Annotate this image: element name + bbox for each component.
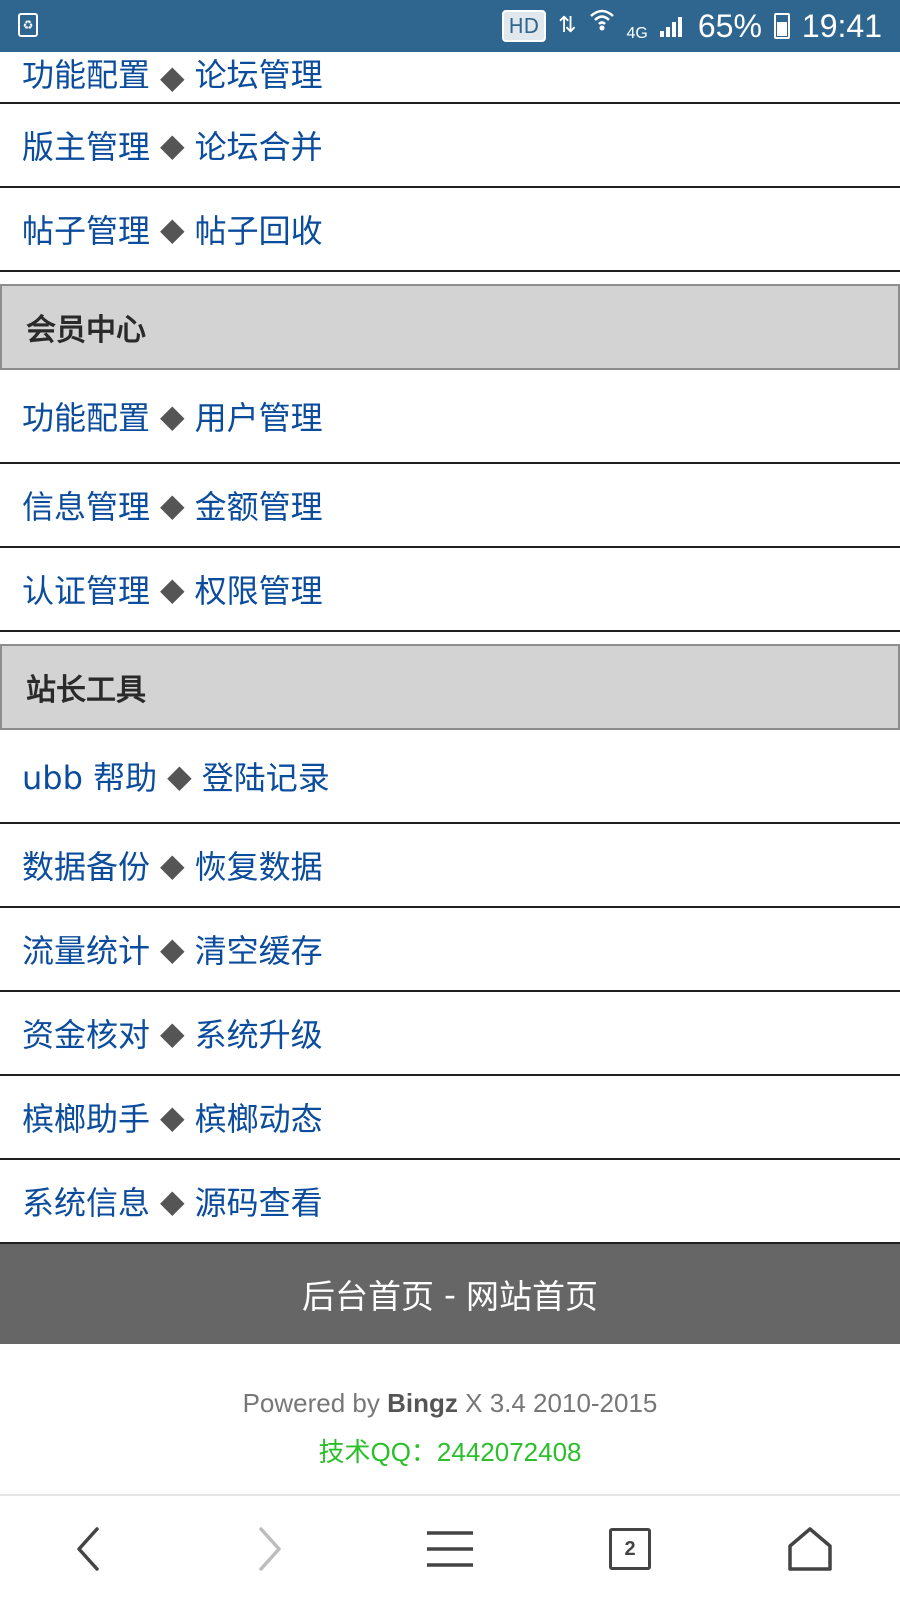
menu-row: 功能配置 ◆ 用户管理 [0,370,900,464]
link-forum-management[interactable]: 论坛管理 [195,50,323,96]
link-restore-data[interactable]: 恢复数据 [195,842,323,888]
diamond-separator-icon: ◆ [160,1098,185,1136]
diamond-separator-icon: ◆ [160,126,185,164]
battery-icon [773,13,790,39]
link-login-records[interactable]: 登陆记录 [202,753,330,799]
forward-icon [259,1527,281,1571]
menu-icon [427,1531,473,1567]
wifi-icon [589,0,615,52]
diamond-separator-icon: ◆ [160,570,185,608]
recycle-notification-icon: ♻ [18,13,38,37]
status-indicators: HD ⇅ 4G 65% 19:41 [501,0,882,52]
back-icon [77,1527,99,1571]
tech-qq-text: 技术QQ：2442072408 [318,1437,582,1467]
diamond-separator-icon: ◆ [160,486,185,524]
section-header-webmaster-tools: 站长工具 [0,644,900,730]
network-type-label: 4G [626,25,648,42]
link-site-home[interactable]: 网站首页 [466,1270,598,1318]
menu-row: 功能配置 ◆ 论坛管理 [0,50,900,104]
link-moderator-management[interactable]: 版主管理 [22,122,150,168]
admin-menu: 功能配置 ◆ 论坛管理 版主管理 ◆ 论坛合并 帖子管理 ◆ 帖子回收 会员中心… [0,52,900,1244]
footer-nav-bar: 后台首页 - 网站首页 [0,1244,900,1344]
link-binglang-assistant[interactable]: 槟榔助手 [22,1094,150,1140]
menu-row: 帖子管理 ◆ 帖子回收 [0,188,900,272]
link-traffic-stats[interactable]: 流量统计 [22,926,150,972]
link-fund-check[interactable]: 资金核对 [22,1010,150,1056]
forward-button[interactable] [220,1496,320,1600]
menu-button[interactable] [400,1496,500,1600]
powered-by-text: Powered by Bingz X 3.4 2010-2015 [0,1388,900,1419]
tabs-icon: 2 [609,1528,651,1570]
powered-brand: Bingz [387,1388,458,1418]
link-info-management[interactable]: 信息管理 [22,482,150,528]
diamond-separator-icon: ◆ [160,397,185,435]
diamond-separator-icon: ◆ [160,846,185,884]
menu-row: 槟榔助手 ◆ 槟榔动态 [0,1076,900,1160]
menu-row: 数据备份 ◆ 恢复数据 [0,824,900,908]
browser-nav-bar: 2 [0,1494,900,1600]
menu-row: 流量统计 ◆ 清空缓存 [0,908,900,992]
hd-badge: HD [501,10,547,42]
link-ubb-help[interactable]: ubb 帮助 [22,753,157,799]
link-forum-merge[interactable]: 论坛合并 [195,122,323,168]
link-function-config[interactable]: 功能配置 [22,50,150,96]
battery-percent: 65% [697,8,762,44]
link-auth-management[interactable]: 认证管理 [22,566,150,612]
footer-separator: - [444,1274,456,1314]
menu-row: 系统信息 ◆ 源码查看 [0,1160,900,1244]
signal-icon [659,15,686,37]
link-system-info[interactable]: 系统信息 [22,1178,150,1224]
powered-suffix: X 3.4 2010-2015 [465,1388,658,1418]
link-data-backup[interactable]: 数据备份 [22,842,150,888]
link-member-function-config[interactable]: 功能配置 [22,393,150,439]
tab-count: 2 [624,1537,636,1560]
menu-row: ubb 帮助 ◆ 登陆记录 [0,730,900,824]
clock: 19:41 [801,8,882,44]
back-button[interactable] [38,1496,138,1600]
home-icon [788,1527,832,1571]
diamond-separator-icon: ◆ [160,930,185,968]
diamond-separator-icon: ◆ [160,1014,185,1052]
menu-row: 认证管理 ◆ 权限管理 [0,548,900,632]
link-permission-management[interactable]: 权限管理 [195,566,323,612]
section-header-member-center: 会员中心 [0,284,900,370]
link-amount-management[interactable]: 金额管理 [195,482,323,528]
menu-row: 资金核对 ◆ 系统升级 [0,992,900,1076]
diamond-separator-icon: ◆ [167,757,192,795]
diamond-separator-icon: ◆ [160,210,185,248]
powered-prefix: Powered by [242,1388,380,1418]
menu-row: 版主管理 ◆ 论坛合并 [0,104,900,188]
link-binglang-news[interactable]: 槟榔动态 [195,1094,323,1140]
link-post-recycle[interactable]: 帖子回收 [195,206,323,252]
link-post-management[interactable]: 帖子管理 [22,206,150,252]
link-system-upgrade[interactable]: 系统升级 [195,1010,323,1056]
link-user-management[interactable]: 用户管理 [195,393,323,439]
diamond-separator-icon: ◆ [160,1182,185,1220]
app-root: ♻ HD ⇅ 4G 65% 19:41 功能配置 ◆ 论坛管理 版主管理 ◆ 论… [0,0,900,1600]
menu-row: 信息管理 ◆ 金额管理 [0,464,900,548]
home-button[interactable] [760,1496,860,1600]
link-clear-cache[interactable]: 清空缓存 [195,926,323,972]
link-admin-home[interactable]: 后台首页 [302,1270,434,1318]
diamond-separator-icon: ◆ [160,58,185,96]
tabs-button[interactable]: 2 [580,1496,680,1600]
data-transfer-icon: ⇅ [558,13,577,38]
link-source-view[interactable]: 源码查看 [195,1178,323,1224]
status-bar: ♻ HD ⇅ 4G 65% 19:41 [0,0,900,52]
